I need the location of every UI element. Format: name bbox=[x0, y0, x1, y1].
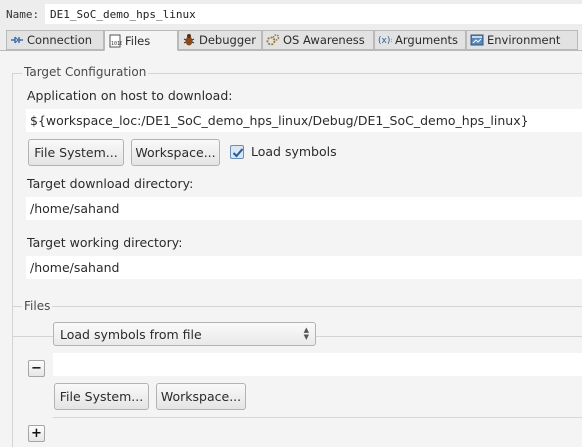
workspace-button[interactable]: Workspace... bbox=[131, 139, 220, 166]
tab-label: Environment bbox=[487, 33, 561, 47]
files-file-system-button[interactable]: File System... bbox=[54, 383, 149, 410]
bug-icon bbox=[182, 33, 196, 47]
working-dir-label: Target working directory: bbox=[27, 235, 183, 250]
main-panel: Target Configuration Application on host… bbox=[0, 50, 582, 447]
svg-text:1010: 1010 bbox=[111, 41, 122, 47]
remove-file-button[interactable]: − bbox=[28, 360, 45, 377]
tab-strip: Connection 1010 Files Debugger OS Awaren… bbox=[0, 30, 582, 51]
tab-environment[interactable]: Environment bbox=[466, 30, 578, 50]
tab-label: OS Awareness bbox=[283, 33, 365, 47]
tab-label: Files bbox=[125, 33, 151, 48]
tab-files[interactable]: 1010 Files bbox=[104, 30, 178, 51]
files-workspace-button[interactable]: Workspace... bbox=[156, 383, 246, 410]
checkmark-icon bbox=[232, 148, 244, 158]
name-label: Name: bbox=[6, 8, 40, 21]
load-symbols-checkbox[interactable] bbox=[230, 145, 244, 159]
tab-label: Arguments bbox=[395, 33, 459, 47]
tab-label: Debugger bbox=[199, 33, 256, 47]
name-row: Name: DE1_SoC_demo_hps_linux bbox=[0, 0, 582, 30]
load-mode-value: Load symbols from file bbox=[60, 327, 202, 342]
download-dir-label: Target download directory: bbox=[27, 176, 194, 191]
app-on-host-label: Application on host to download: bbox=[27, 88, 233, 103]
name-field[interactable]: DE1_SoC_demo_hps_linux bbox=[45, 4, 582, 24]
files-row-divider bbox=[53, 417, 582, 418]
gear-icon bbox=[266, 33, 280, 47]
tab-label: Connection bbox=[27, 33, 93, 47]
files-title: Files bbox=[22, 299, 53, 313]
svg-text:(x)=: (x)= bbox=[378, 36, 392, 46]
tab-os-awareness[interactable]: OS Awareness bbox=[262, 30, 374, 50]
target-configuration-title: Target Configuration bbox=[22, 65, 149, 79]
environment-icon bbox=[470, 33, 484, 47]
app-path-field[interactable]: ${workspace_loc:/DE1_SoC_demo_hps_linux/… bbox=[26, 109, 582, 132]
working-dir-field[interactable]: /home/sahand bbox=[26, 256, 582, 279]
connection-icon bbox=[10, 33, 24, 47]
load-symbols-label: Load symbols bbox=[251, 144, 337, 159]
load-mode-combo[interactable]: Load symbols from file ▲ ▼ bbox=[53, 322, 316, 346]
file-system-button[interactable]: File System... bbox=[28, 139, 124, 166]
symbol-file-field[interactable] bbox=[53, 353, 582, 376]
tab-connection[interactable]: Connection bbox=[6, 30, 104, 50]
arguments-icon: (x)= bbox=[378, 33, 398, 47]
add-file-button[interactable]: + bbox=[28, 425, 45, 442]
files-icon: 1010 bbox=[108, 34, 123, 48]
tab-arguments[interactable]: (x)= Arguments bbox=[374, 30, 466, 50]
download-dir-field[interactable]: /home/sahand bbox=[26, 197, 582, 220]
tab-debugger[interactable]: Debugger bbox=[178, 30, 262, 50]
combo-arrows-icon: ▲ ▼ bbox=[303, 326, 309, 341]
